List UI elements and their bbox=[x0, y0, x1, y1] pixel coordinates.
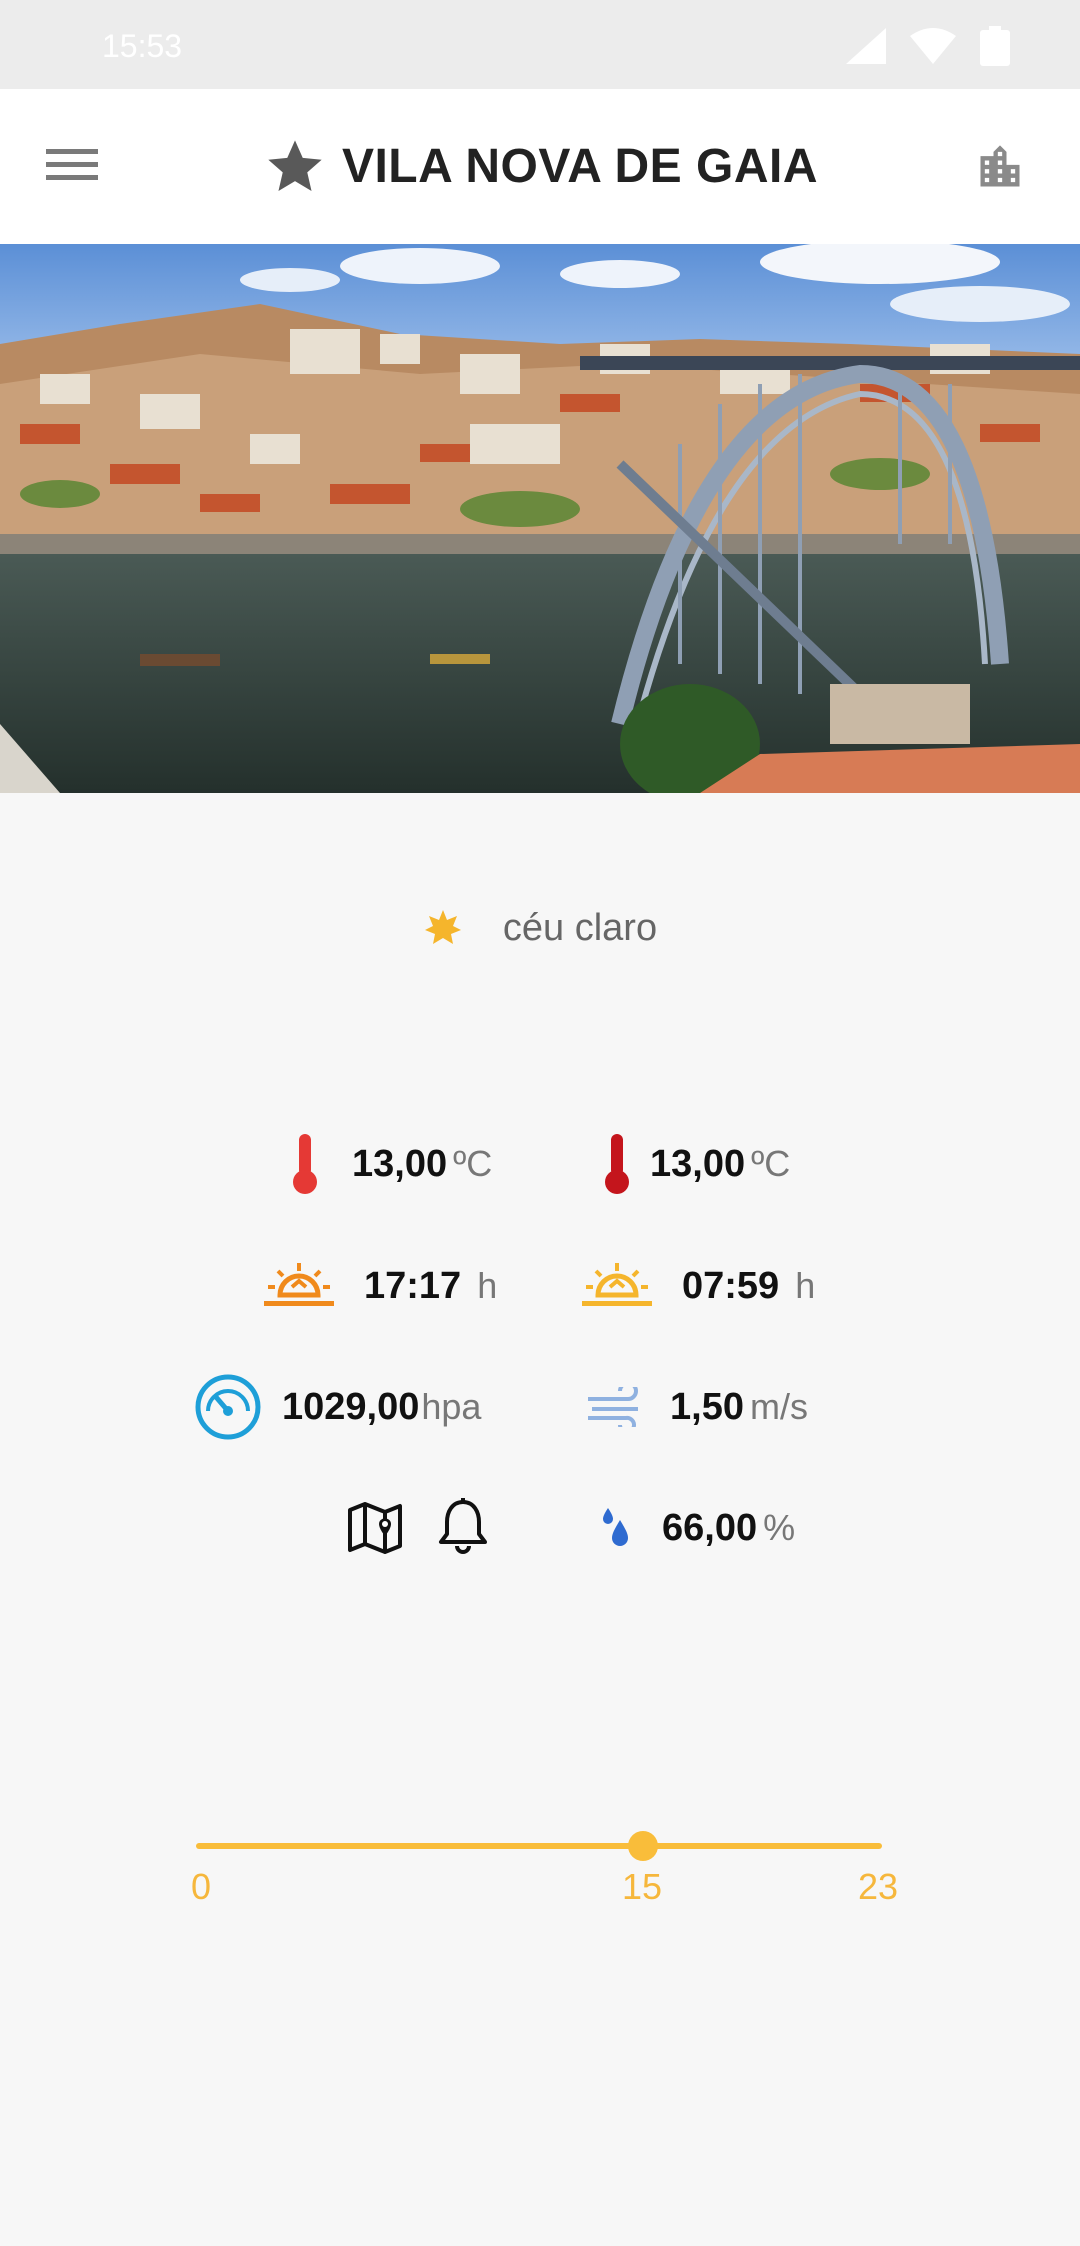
wind-value: 1,50 bbox=[670, 1385, 744, 1428]
pressure-value: 1029,00 bbox=[282, 1385, 420, 1428]
sunrise-value: 07:59 bbox=[682, 1264, 780, 1307]
sun-icon bbox=[424, 910, 461, 944]
thermometer-icon bbox=[293, 1134, 317, 1194]
thermometer-high-icon bbox=[605, 1134, 629, 1194]
signal-icon bbox=[846, 28, 886, 64]
status-time: 15:53 bbox=[102, 28, 183, 64]
page-title: VILA NOVA DE GAIA bbox=[341, 140, 819, 193]
city-photo bbox=[0, 244, 1080, 793]
sunset-value: 17:17 bbox=[364, 1264, 462, 1307]
city-button[interactable] bbox=[974, 141, 1030, 197]
sunset-icon bbox=[264, 1263, 334, 1306]
humidity-drops-icon bbox=[603, 1508, 628, 1546]
city-buildings-icon bbox=[980, 145, 1020, 187]
weather-condition: céu claro bbox=[0, 898, 1080, 958]
wind-metric: 1,50 m/s bbox=[586, 1367, 808, 1447]
humidity-metric: 66,00 % bbox=[598, 1488, 795, 1568]
temperature-max-metric: 13,00 ºC bbox=[598, 1124, 790, 1204]
pressure-gauge-icon bbox=[195, 1374, 261, 1440]
wind-unit: m/s bbox=[749, 1386, 808, 1427]
sunrise-icon bbox=[582, 1263, 652, 1306]
pressure-metric: 1029,00 hpa bbox=[194, 1367, 481, 1447]
humidity-unit: % bbox=[763, 1507, 796, 1548]
humidity-value: 66,00 bbox=[662, 1506, 758, 1549]
slider-thumb[interactable] bbox=[628, 1831, 659, 1861]
battery-icon bbox=[980, 26, 1010, 66]
temperature-unit: ºC bbox=[453, 1143, 493, 1184]
title-wrap: VILA NOVA DE GAIA bbox=[0, 89, 1080, 244]
app-bar: VILA NOVA DE GAIA bbox=[0, 89, 1080, 244]
temperature-max-value: 13,00 bbox=[650, 1142, 746, 1185]
city-photo-illustration bbox=[0, 244, 1080, 793]
status-bar: 15:53 bbox=[0, 0, 1080, 89]
slider-min-label: 0 bbox=[191, 1866, 212, 1907]
temperature-value: 13,00 bbox=[352, 1142, 448, 1185]
map-icon[interactable] bbox=[347, 1500, 403, 1554]
bell-icon[interactable] bbox=[436, 1498, 490, 1554]
temperature-metric: 13,00 ºC bbox=[286, 1124, 492, 1204]
sunrise-unit: h bbox=[795, 1265, 816, 1306]
wind-icon bbox=[588, 1387, 638, 1427]
wifi-icon bbox=[910, 28, 956, 64]
status-icons bbox=[846, 26, 1010, 66]
sunset-unit: h bbox=[477, 1265, 498, 1306]
sunrise-metric: 07:59 h bbox=[582, 1246, 815, 1326]
sunset-metric: 17:17 h bbox=[264, 1246, 497, 1326]
hour-slider[interactable] bbox=[196, 1830, 882, 1861]
favorite-star-icon[interactable] bbox=[262, 135, 328, 199]
slider-max-label: 23 bbox=[858, 1866, 899, 1907]
slider-track[interactable] bbox=[196, 1843, 882, 1849]
temperature-max-unit: ºC bbox=[751, 1143, 791, 1184]
pressure-unit: hpa bbox=[421, 1386, 482, 1427]
slider-current-label: 15 bbox=[622, 1866, 663, 1907]
condition-text: céu claro bbox=[502, 906, 658, 949]
